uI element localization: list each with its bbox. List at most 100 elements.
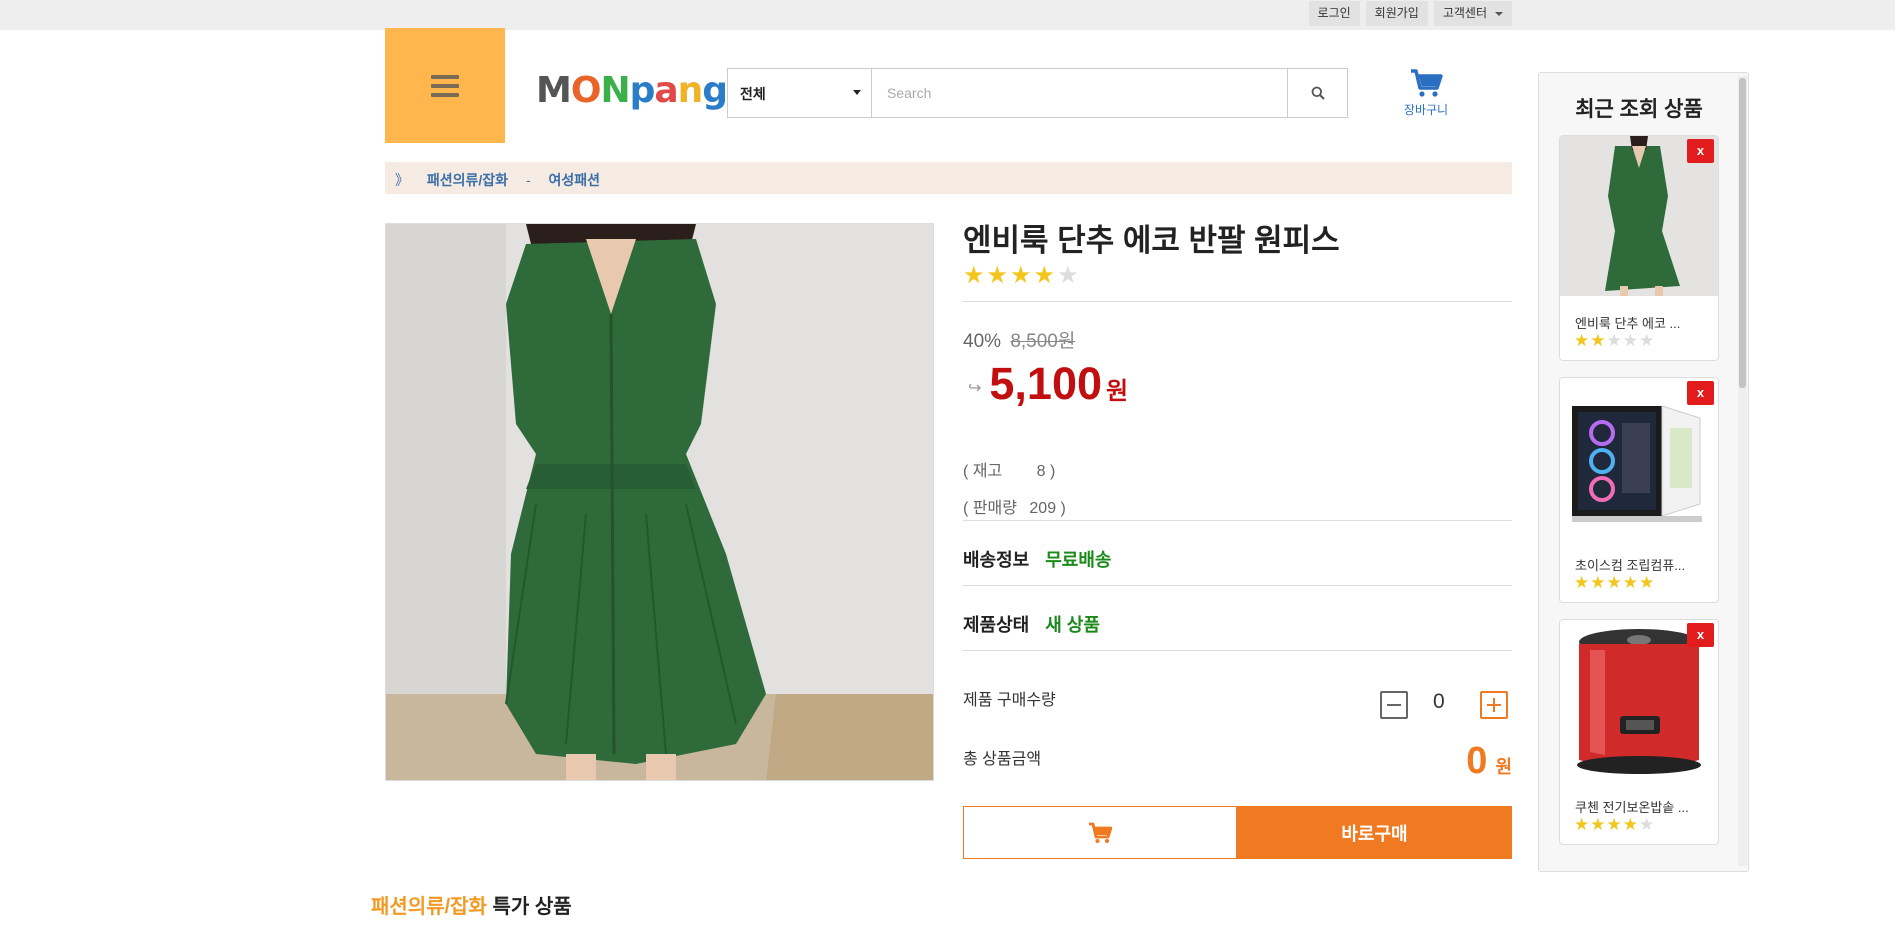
search-icon xyxy=(1311,86,1325,100)
total-price-unit: 원 xyxy=(1495,757,1512,777)
breadcrumb-level1[interactable]: 패션의류/잡화 xyxy=(427,172,508,188)
remove-recent-button[interactable]: x xyxy=(1687,623,1714,647)
star-icon: ★ xyxy=(1639,815,1655,834)
divider xyxy=(963,301,1512,302)
stock-info: ( 재고 8 ) xyxy=(963,457,1055,481)
star-icon: ★ xyxy=(1574,815,1590,834)
shipping-label: 배송정보 xyxy=(963,550,1030,570)
star-icon: ★ xyxy=(1590,815,1606,834)
breadcrumb-level2[interactable]: 여성패션 xyxy=(549,172,601,188)
support-dropdown[interactable]: 고객센터 xyxy=(1433,1,1512,26)
star-icon: ★ xyxy=(1590,331,1606,350)
quantity-label: 제품 구매수량 xyxy=(963,692,1056,709)
recent-item-rating: ★ ★ ★ ★ ★ xyxy=(1574,816,1654,833)
signup-link[interactable]: 회원가입 xyxy=(1365,1,1428,26)
condition-value: 새 상품 xyxy=(1045,615,1100,635)
star-icon: ★ xyxy=(1622,573,1638,592)
star-icon: ★ xyxy=(1590,573,1606,592)
recent-item[interactable]: x 초이스컴 조립컴퓨... ★ ★ ★ ★ ★ xyxy=(1559,377,1719,603)
discount-info: 40% 8,500원 xyxy=(963,326,1075,353)
quantity-value: 0 xyxy=(1433,690,1445,713)
search-category-select[interactable]: 전체 xyxy=(728,69,872,117)
sold-label: ( 판매량 xyxy=(963,500,1017,517)
star-icon: ★ xyxy=(1574,331,1590,350)
minus-icon[interactable] xyxy=(1380,691,1408,719)
recently-viewed-title: 최근 조회 상품 xyxy=(1575,98,1703,121)
add-to-cart-button[interactable] xyxy=(963,806,1237,859)
total-label: 총 상품금액 xyxy=(963,751,1042,768)
menu-icon xyxy=(431,70,459,102)
star-icon: ★ xyxy=(1033,262,1056,289)
stock-label: ( 재고 xyxy=(963,463,1003,480)
condition-info: 제품상태 새 상품 xyxy=(963,611,1100,637)
divider xyxy=(963,585,1512,586)
recent-item-rating: ★ ★ ★ ★ ★ xyxy=(1574,574,1654,591)
cart-label: 장바구니 xyxy=(1403,103,1449,117)
star-icon: ★ xyxy=(1574,573,1590,592)
star-icon: ★ xyxy=(1606,815,1622,834)
recently-viewed-panel: 최근 조회 상품 x 엔비룩 단추 에코 ... ★ ★ ★ ★ ★ x 초이스컴 조립… xyxy=(1538,72,1749,872)
login-link[interactable]: 로그인 xyxy=(1308,1,1360,26)
star-icon: ★ xyxy=(963,262,985,289)
product-image xyxy=(385,223,934,781)
cart-link[interactable]: 장바구니 xyxy=(1396,68,1456,118)
star-icon: ★ xyxy=(1010,262,1032,289)
top-bar: 로그인 회원가입 고객센터 xyxy=(0,0,1895,30)
search-input[interactable] xyxy=(872,69,1287,117)
section-title-rest: 특가 상품 xyxy=(486,896,572,918)
caret-down-icon xyxy=(853,90,861,95)
product-title: 엔비룩 단추 에코 반팔 원피스 xyxy=(963,223,1340,258)
recent-item[interactable]: x 쿠첸 전기보온밥솥 ... ★ ★ ★ ★ ★ xyxy=(1559,619,1719,845)
total-price-value: 0 xyxy=(1466,740,1488,782)
site-logo[interactable]: MONpang xyxy=(536,70,728,111)
sale-price-value: 5,100 xyxy=(989,358,1103,409)
star-icon: ★ xyxy=(1622,331,1638,350)
buy-now-button[interactable]: 바로구매 xyxy=(1237,806,1512,859)
category-menu-button[interactable] xyxy=(385,28,505,143)
recent-item-rating: ★ ★ ★ ★ ★ xyxy=(1574,332,1654,349)
total-price: 0원 xyxy=(1466,740,1512,783)
section-title-highlight: 패션의류/잡화 xyxy=(371,896,487,918)
dress-photo xyxy=(386,224,933,780)
divider xyxy=(963,520,1512,521)
breadcrumb-separator: - xyxy=(525,172,531,188)
support-label: 고객센터 xyxy=(1442,6,1487,20)
search-bar: 전체 xyxy=(727,68,1348,118)
star-icon: ★ xyxy=(1606,331,1622,350)
breadcrumb-arrow: 》 xyxy=(395,172,409,188)
scrollbar-thumb[interactable] xyxy=(1739,78,1746,388)
shipping-value: 무료배송 xyxy=(1045,550,1112,570)
section-title: 패션의류/잡화 특가 상품 xyxy=(371,890,572,919)
plus-icon[interactable] xyxy=(1480,691,1508,719)
search-button[interactable] xyxy=(1287,69,1347,117)
recent-scrollbar[interactable] xyxy=(1738,76,1747,866)
product-rating: ★ ★ ★ ★ ★ xyxy=(963,264,1079,288)
star-icon: ★ xyxy=(986,262,1009,289)
search-category-value: 전체 xyxy=(740,86,766,102)
sale-price: ↪ 5,100 원 xyxy=(968,358,1128,410)
divider xyxy=(963,650,1512,651)
cart-icon xyxy=(1411,69,1443,97)
recent-item[interactable]: x 엔비룩 단추 에코 ... ★ ★ ★ ★ ★ xyxy=(1559,135,1719,361)
star-icon: ★ xyxy=(1057,262,1079,289)
star-icon: ★ xyxy=(1639,331,1655,350)
condition-label: 제품상태 xyxy=(963,615,1030,635)
price-arrow-icon: ↪ xyxy=(968,380,982,397)
top-links: 로그인 회원가입 고객센터 xyxy=(1308,1,1512,26)
discount-rate: 40% xyxy=(963,331,1002,352)
original-price: 8,500원 xyxy=(1010,331,1076,352)
recent-item-name: 초이스컴 조립컴퓨... xyxy=(1575,558,1686,573)
star-icon: ★ xyxy=(1606,573,1622,592)
breadcrumb: 》 패션의류/잡화 - 여성패션 xyxy=(385,162,1512,194)
star-icon: ★ xyxy=(1622,815,1638,834)
shipping-info: 배송정보 무료배송 xyxy=(963,546,1112,572)
caret-down-icon xyxy=(1495,11,1503,16)
remove-recent-button[interactable]: x xyxy=(1687,381,1714,405)
remove-recent-button[interactable]: x xyxy=(1687,139,1714,163)
stock-value: 8 ) xyxy=(1036,463,1056,480)
recent-item-name: 엔비룩 단추 에코 ... xyxy=(1575,316,1681,331)
cart-icon xyxy=(1089,822,1112,843)
sale-price-unit: 원 xyxy=(1106,378,1129,405)
sold-value: 209 ) xyxy=(1029,500,1066,517)
sold-info: ( 판매량 209 ) xyxy=(963,494,1066,518)
